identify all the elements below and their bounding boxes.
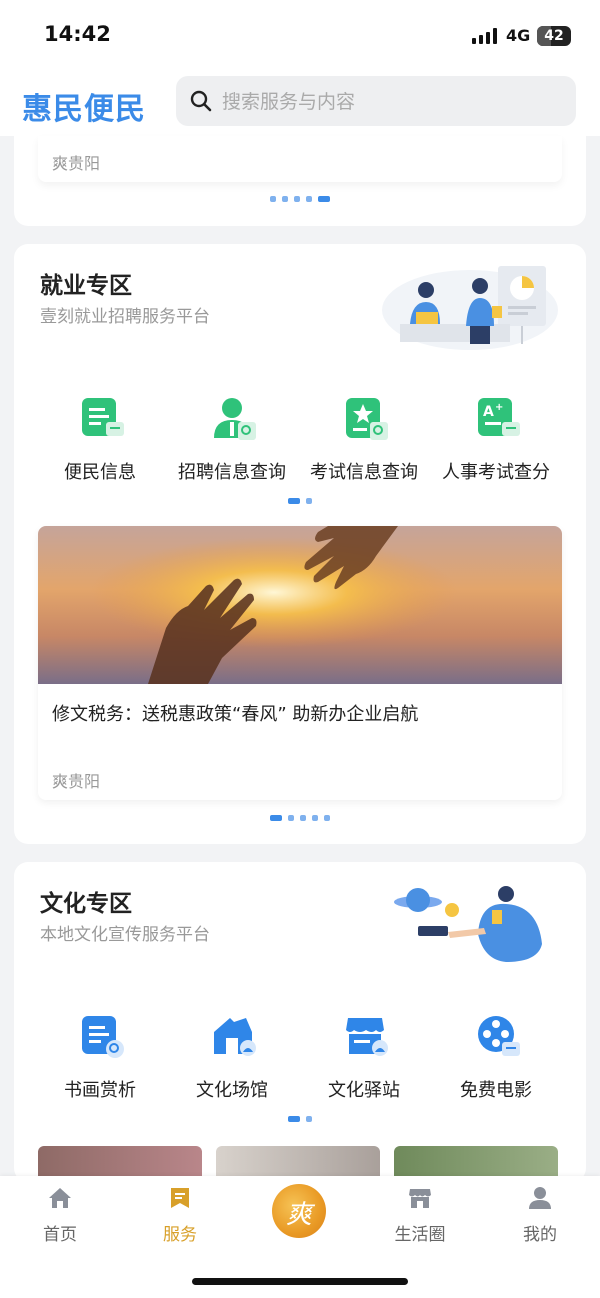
service-item-cultural-venue[interactable]: 文化场馆 bbox=[162, 1014, 302, 1114]
home-icon bbox=[49, 1188, 71, 1208]
tab-mine[interactable]: 我的 bbox=[500, 1186, 580, 1246]
document-chat-icon bbox=[82, 398, 124, 436]
section-subtitle: 本地文化宣传服务平台 bbox=[40, 925, 210, 945]
network-type: 4G bbox=[506, 26, 531, 45]
news-card-partial[interactable]: 爽贵阳 bbox=[14, 136, 586, 226]
battery-icon: 42 bbox=[537, 26, 571, 46]
service-item-exam-info-query[interactable]: 考试信息查询 bbox=[294, 396, 434, 496]
reaching-hands-image bbox=[38, 526, 562, 684]
user-icon bbox=[529, 1187, 551, 1209]
star-document-search-icon bbox=[346, 398, 388, 440]
home-indicator[interactable] bbox=[192, 1278, 408, 1285]
grid-page-indicator bbox=[14, 1116, 586, 1124]
signal-icon bbox=[472, 28, 498, 44]
employment-service-grid: 便民信息 招聘信息查询 考试信息查询 A + 人事考试查分 bbox=[14, 396, 586, 496]
document-search-icon bbox=[82, 1016, 124, 1058]
tab-service[interactable]: 服务 bbox=[140, 1186, 220, 1246]
film-reel-icon bbox=[478, 1016, 520, 1056]
tab-life-circle[interactable]: 生活圈 bbox=[380, 1186, 460, 1246]
search-icon bbox=[190, 90, 212, 112]
tab-label: 首页 bbox=[43, 1225, 77, 1245]
grade-a-plus-icon: A + bbox=[478, 398, 520, 436]
culture-section: 文化专区 本地文化宣传服务平台 书画赏析 文化场馆 文化驿站 免费电影 bbox=[14, 862, 586, 1182]
person-search-icon bbox=[214, 398, 256, 440]
news-image[interactable] bbox=[38, 526, 562, 684]
app-header: 惠民便民 bbox=[0, 64, 600, 136]
news-title[interactable]: 修文税务：送税惠政策“春风” 助新办企业启航 bbox=[52, 700, 418, 726]
search-input[interactable] bbox=[220, 84, 564, 120]
service-item-convenience-info[interactable]: 便民信息 bbox=[30, 396, 170, 496]
tab-home[interactable]: 首页 bbox=[20, 1186, 100, 1246]
culture-illustration bbox=[394, 886, 542, 962]
carousel-indicator bbox=[14, 196, 586, 204]
battery-level: 42 bbox=[544, 28, 564, 44]
status-time: 14:42 bbox=[44, 22, 111, 46]
service-label: 免费电影 bbox=[460, 1080, 532, 1101]
app-logo: 惠民便民 bbox=[22, 92, 146, 127]
service-icon bbox=[171, 1188, 189, 1208]
tab-label: 服务 bbox=[163, 1225, 197, 1245]
venue-thumbnail[interactable] bbox=[38, 1146, 202, 1178]
tab-label: 生活圈 bbox=[394, 1225, 446, 1245]
venue-icon bbox=[214, 1018, 256, 1056]
service-item-personnel-exam-scores[interactable]: A + 人事考试查分 bbox=[426, 396, 566, 496]
news-source: 爽贵阳 bbox=[52, 154, 101, 173]
news-item-partial[interactable] bbox=[38, 136, 562, 182]
section-title: 就业专区 bbox=[40, 273, 132, 299]
employment-section: 就业专区 壹刻就业招聘服务平台 便民信息 招聘信息查询 考试信息查询 A + 人事… bbox=[14, 244, 586, 844]
status-bar: 14:42 4G 42 bbox=[0, 0, 600, 64]
venue-thumbnail[interactable] bbox=[216, 1146, 380, 1178]
employment-illustration bbox=[382, 266, 558, 350]
shuang-logo-icon[interactable]: 爽 bbox=[272, 1184, 326, 1238]
service-label: 人事考试查分 bbox=[442, 462, 550, 483]
news-source: 爽贵阳 bbox=[52, 772, 101, 791]
service-item-recruitment-query[interactable]: 招聘信息查询 bbox=[162, 396, 302, 496]
search-bar[interactable] bbox=[176, 76, 576, 126]
tab-label: 我的 bbox=[523, 1225, 557, 1245]
shop-icon bbox=[409, 1189, 431, 1208]
carousel-indicator bbox=[14, 815, 586, 823]
section-title: 文化专区 bbox=[40, 891, 132, 917]
service-item-free-movie[interactable]: 免费电影 bbox=[426, 1014, 566, 1114]
store-icon bbox=[346, 1018, 388, 1056]
venue-thumbnail[interactable] bbox=[394, 1146, 558, 1178]
svg-text:A: A bbox=[483, 404, 494, 420]
center-logo-char: 爽 bbox=[285, 1200, 312, 1230]
grid-page-indicator bbox=[14, 498, 586, 506]
section-subtitle: 壹刻就业招聘服务平台 bbox=[40, 307, 210, 327]
service-item-cultural-station[interactable]: 文化驿站 bbox=[294, 1014, 434, 1114]
culture-service-grid: 书画赏析 文化场馆 文化驿站 免费电影 bbox=[14, 1014, 586, 1114]
service-item-calligraphy-painting[interactable]: 书画赏析 bbox=[30, 1014, 170, 1114]
bottom-tab-bar: 首页 服务 爽 生活圈 我的 bbox=[0, 1176, 600, 1298]
svg-text:+: + bbox=[495, 402, 503, 413]
